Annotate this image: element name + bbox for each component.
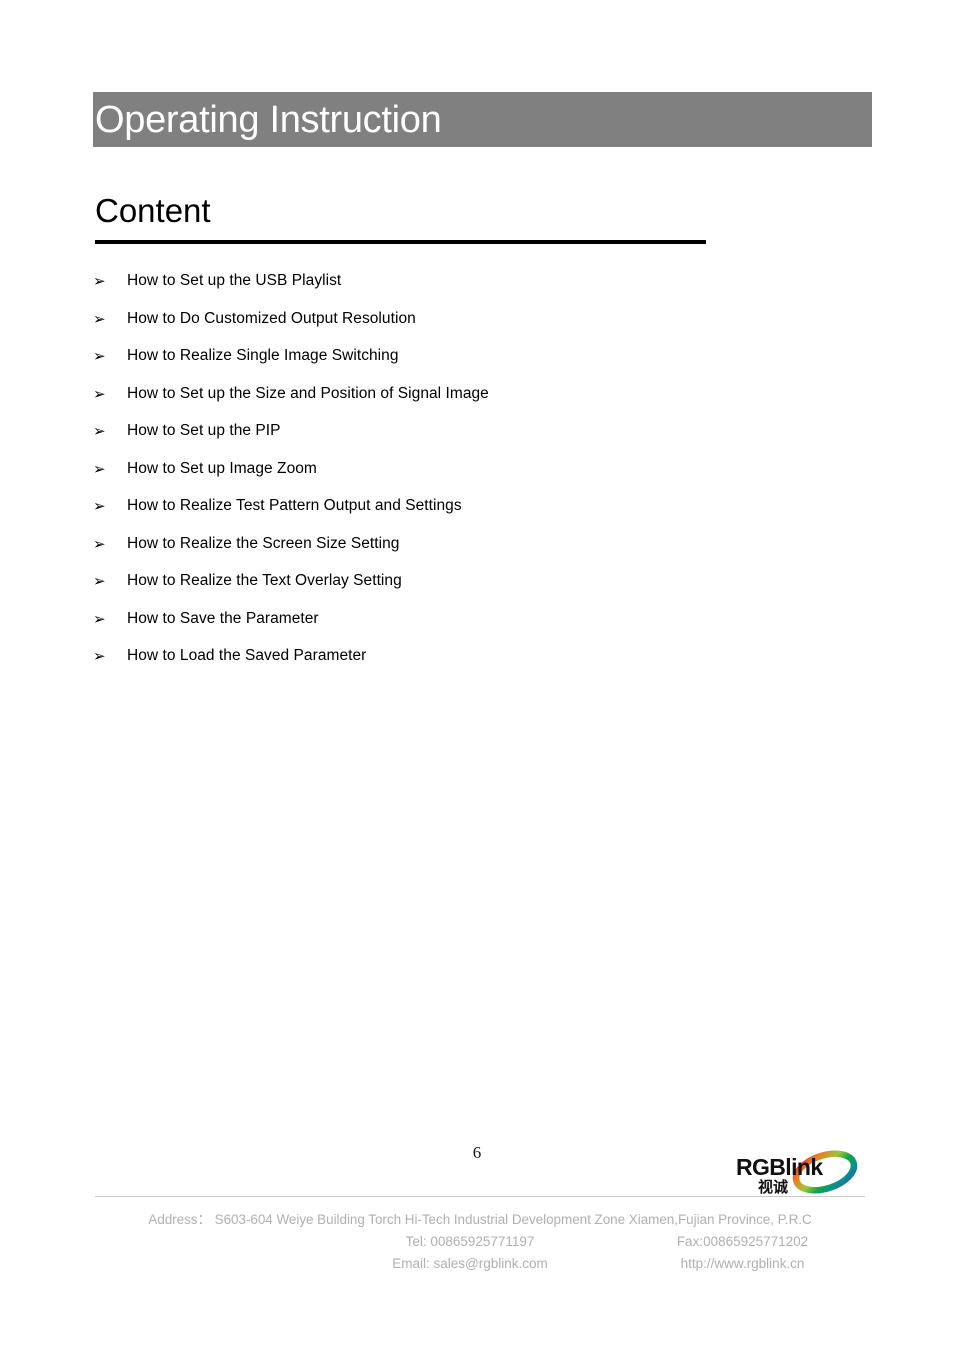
list-item[interactable]: ➢ How to Save the Parameter: [93, 609, 793, 647]
footer-email[interactable]: Email: sales@rgblink.com: [320, 1253, 620, 1275]
arrow-bullet-icon: ➢: [93, 497, 106, 515]
list-item-label: How to Set up the Size and Position of S…: [127, 384, 489, 402]
table-of-contents: ➢ How to Set up the USB Playlist ➢ How t…: [93, 271, 793, 684]
rgblink-logo: RGBlink 视诚: [728, 1148, 868, 1198]
content-heading-rule: [95, 240, 706, 244]
content-heading: Content: [95, 192, 211, 229]
arrow-bullet-icon: ➢: [93, 572, 106, 590]
footer-row-tel-fax: Tel: 00865925771197 Fax:00865925771202: [95, 1231, 865, 1253]
list-item-label: How to Set up the PIP: [127, 422, 281, 439]
list-item-label: How to Do Customized Output Resolution: [127, 309, 416, 327]
list-item[interactable]: ➢ How to Load the Saved Parameter: [93, 646, 793, 684]
arrow-bullet-icon: ➢: [93, 347, 106, 365]
list-item[interactable]: ➢ How to Set up the PIP: [93, 421, 793, 459]
arrow-bullet-icon: ➢: [93, 309, 106, 328]
arrow-bullet-icon: ➢: [93, 609, 106, 628]
footer-contact: Address： S603-604 Weiye Building Torch H…: [95, 1209, 865, 1275]
arrow-bullet-icon: ➢: [93, 422, 106, 440]
list-item[interactable]: ➢ How to Realize the Text Overlay Settin…: [93, 571, 793, 609]
arrow-bullet-icon: ➢: [93, 384, 106, 403]
list-item[interactable]: ➢ How to Realize Test Pattern Output and…: [93, 496, 793, 534]
svg-text:RGBlink: RGBlink: [736, 1154, 823, 1180]
list-item-label: How to Realize the Text Overlay Setting: [127, 572, 402, 589]
document-page: Operating Instruction Content ➢ How to S…: [0, 0, 954, 1350]
list-item[interactable]: ➢ How to Set up Image Zoom: [93, 459, 793, 497]
footer-address: Address： S603-604 Weiye Building Torch H…: [148, 1212, 812, 1227]
footer-website[interactable]: http://www.rgblink.cn: [620, 1253, 865, 1275]
list-item[interactable]: ➢ How to Set up the USB Playlist: [93, 271, 793, 309]
page-header-title: Operating Instruction: [95, 98, 442, 141]
list-item-label: How to Set up the USB Playlist: [127, 272, 342, 289]
list-item[interactable]: ➢ How to Do Customized Output Resolution: [93, 309, 793, 347]
list-item[interactable]: ➢ How to Realize the Screen Size Setting: [93, 534, 793, 572]
footer-row-email-web: Email: sales@rgblink.com http://www.rgbl…: [95, 1253, 865, 1275]
footer-fax: Fax:00865925771202: [676, 1234, 809, 1249]
arrow-bullet-icon: ➢: [93, 272, 106, 290]
arrow-bullet-icon: ➢: [93, 459, 106, 478]
list-item-label: How to Load the Saved Parameter: [127, 647, 367, 664]
list-item[interactable]: ➢ How to Realize Single Image Switching: [93, 346, 793, 384]
list-item-label: How to Realize the Screen Size Setting: [127, 534, 400, 552]
arrow-bullet-icon: ➢: [93, 647, 106, 665]
list-item[interactable]: ➢ How to Set up the Size and Position of…: [93, 384, 793, 422]
svg-text:视诚: 视诚: [758, 1178, 788, 1196]
footer-tel: Tel: 00865925771197: [405, 1234, 535, 1249]
rgblink-logo-icon: RGBlink 视诚: [736, 1150, 858, 1196]
list-item-label: How to Realize Single Image Switching: [127, 347, 399, 364]
arrow-bullet-icon: ➢: [93, 534, 106, 553]
list-item-label: How to Save the Parameter: [127, 609, 319, 627]
footer-divider: [95, 1196, 865, 1197]
list-item-label: How to Realize Test Pattern Output and S…: [127, 497, 462, 514]
header-banner: Operating Instruction: [93, 92, 872, 147]
list-item-label: How to Set up Image Zoom: [127, 459, 317, 477]
